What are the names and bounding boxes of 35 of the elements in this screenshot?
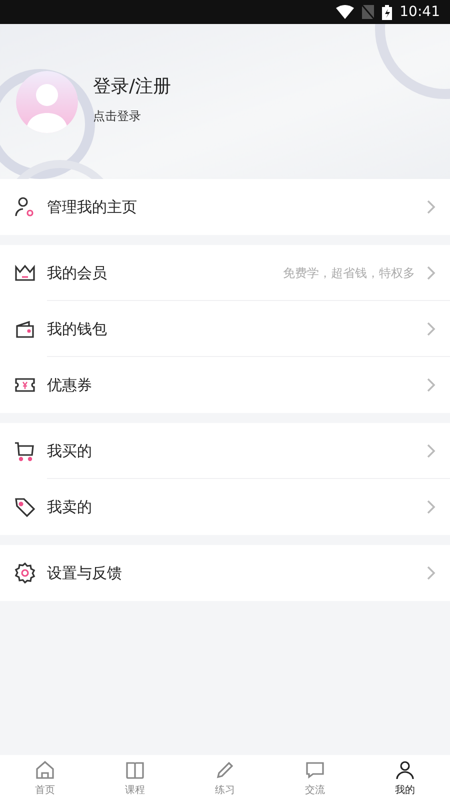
nav-tab[interactable]: 练习 — [180, 755, 270, 800]
nav-tab[interactable]: 首页 — [0, 755, 90, 800]
wallet-icon — [14, 318, 36, 340]
person-icon — [394, 758, 416, 780]
chevron-right-icon — [426, 321, 436, 337]
chevron-right-icon — [426, 199, 436, 215]
cart-icon — [14, 440, 36, 462]
wifi-icon — [336, 5, 354, 19]
nav-tab[interactable]: 我的 — [360, 755, 450, 800]
avatar[interactable] — [16, 70, 78, 132]
chevron-right-icon — [426, 565, 436, 581]
no-signal-icon — [362, 5, 374, 19]
chevron-right-icon — [426, 265, 436, 281]
nav-tab[interactable]: 交流 — [270, 755, 360, 800]
tag-icon — [14, 496, 36, 518]
settings-icon — [14, 562, 36, 584]
menu-item[interactable]: 管理我的主页 — [0, 179, 450, 235]
menu-hint: 免费学，超省钱，特权多 — [283, 264, 415, 282]
status-time: 10:41 — [400, 4, 440, 20]
user-gear-icon — [14, 196, 36, 218]
chevron-right-icon — [426, 499, 436, 515]
menu-item[interactable]: 优惠券 — [0, 357, 450, 413]
menu-item[interactable]: 我的会员 免费学，超省钱，特权多 — [0, 245, 450, 301]
battery-charging-icon — [382, 4, 392, 20]
menu-item[interactable]: 我买的 — [0, 423, 450, 479]
home-icon — [34, 758, 56, 780]
menu-item[interactable]: 我的钱包 — [0, 301, 450, 357]
menu-item[interactable]: 设置与反馈 — [0, 545, 450, 601]
menu-item[interactable]: 我卖的 — [0, 479, 450, 535]
login-title[interactable]: 登录/注册 — [93, 74, 172, 98]
login-subtitle[interactable]: 点击登录 — [93, 108, 172, 125]
nav-tab[interactable]: 课程 — [90, 755, 180, 800]
chevron-right-icon — [426, 443, 436, 459]
crown-icon — [14, 262, 36, 284]
chevron-right-icon — [426, 377, 436, 393]
